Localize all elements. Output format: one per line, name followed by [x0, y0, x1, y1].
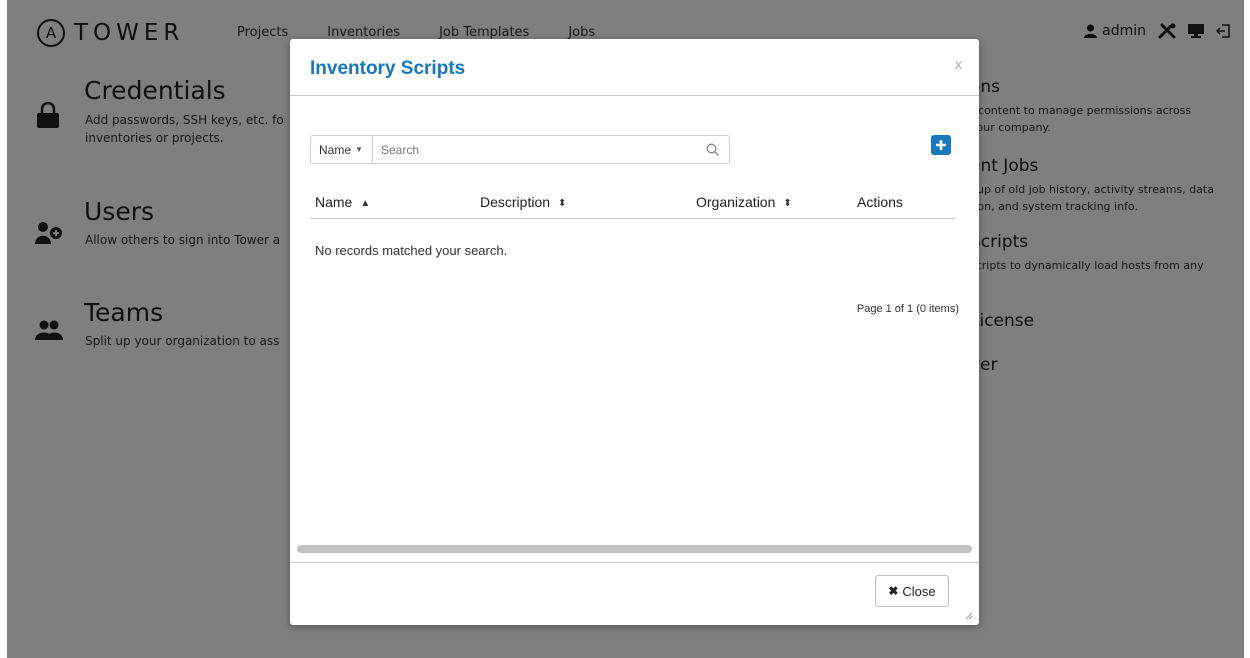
modal-close-x-button[interactable]: x — [955, 56, 962, 72]
search-input[interactable] — [381, 137, 691, 162]
column-label: Description — [480, 194, 551, 210]
search-icon[interactable] — [706, 143, 719, 156]
search-field-label: Name — [319, 142, 352, 157]
sort-icon: ⬍ — [783, 198, 792, 209]
horizontal-scrollbar[interactable] — [297, 542, 972, 554]
close-button-label: Close — [902, 583, 936, 599]
scrollbar-thumb[interactable] — [297, 545, 972, 553]
tower-app: A TOWER Projects Inventories Job Templat… — [7, 0, 1244, 658]
plus-icon — [936, 140, 946, 150]
close-button[interactable]: ✖ Close — [875, 575, 949, 607]
column-label: Actions — [857, 194, 903, 210]
table-header: Name ▲ Description ⬍ Organization ⬍ Actions — [310, 186, 955, 219]
column-label: Organization — [696, 194, 776, 210]
modal-footer: ✖ Close — [290, 562, 979, 626]
inventory-scripts-modal: Inventory Scripts x Name ▼ Name ▲ — [290, 39, 979, 625]
column-header-organization[interactable]: Organization ⬍ — [696, 194, 792, 210]
caret-down-icon: ▼ — [355, 145, 363, 154]
sort-icon: ⬍ — [558, 198, 567, 209]
column-label: Name — [315, 194, 353, 210]
close-icon: ✖ — [888, 584, 899, 598]
resize-grip-icon[interactable] — [965, 612, 973, 620]
empty-message: No records matched your search. — [315, 243, 508, 258]
sort-asc-icon: ▲ — [360, 198, 371, 209]
column-header-name[interactable]: Name ▲ — [315, 194, 370, 210]
search-field-dropdown[interactable]: Name ▼ — [311, 136, 373, 163]
add-inventory-script-button[interactable] — [931, 135, 951, 155]
search-group: Name ▼ — [310, 135, 730, 164]
column-header-actions: Actions — [857, 194, 903, 210]
modal-title: Inventory Scripts — [310, 58, 466, 79]
column-header-description[interactable]: Description ⬍ — [480, 194, 566, 210]
modal-header: Inventory Scripts x — [290, 39, 979, 96]
pagination-info: Page 1 of 1 (0 items) — [856, 303, 959, 315]
